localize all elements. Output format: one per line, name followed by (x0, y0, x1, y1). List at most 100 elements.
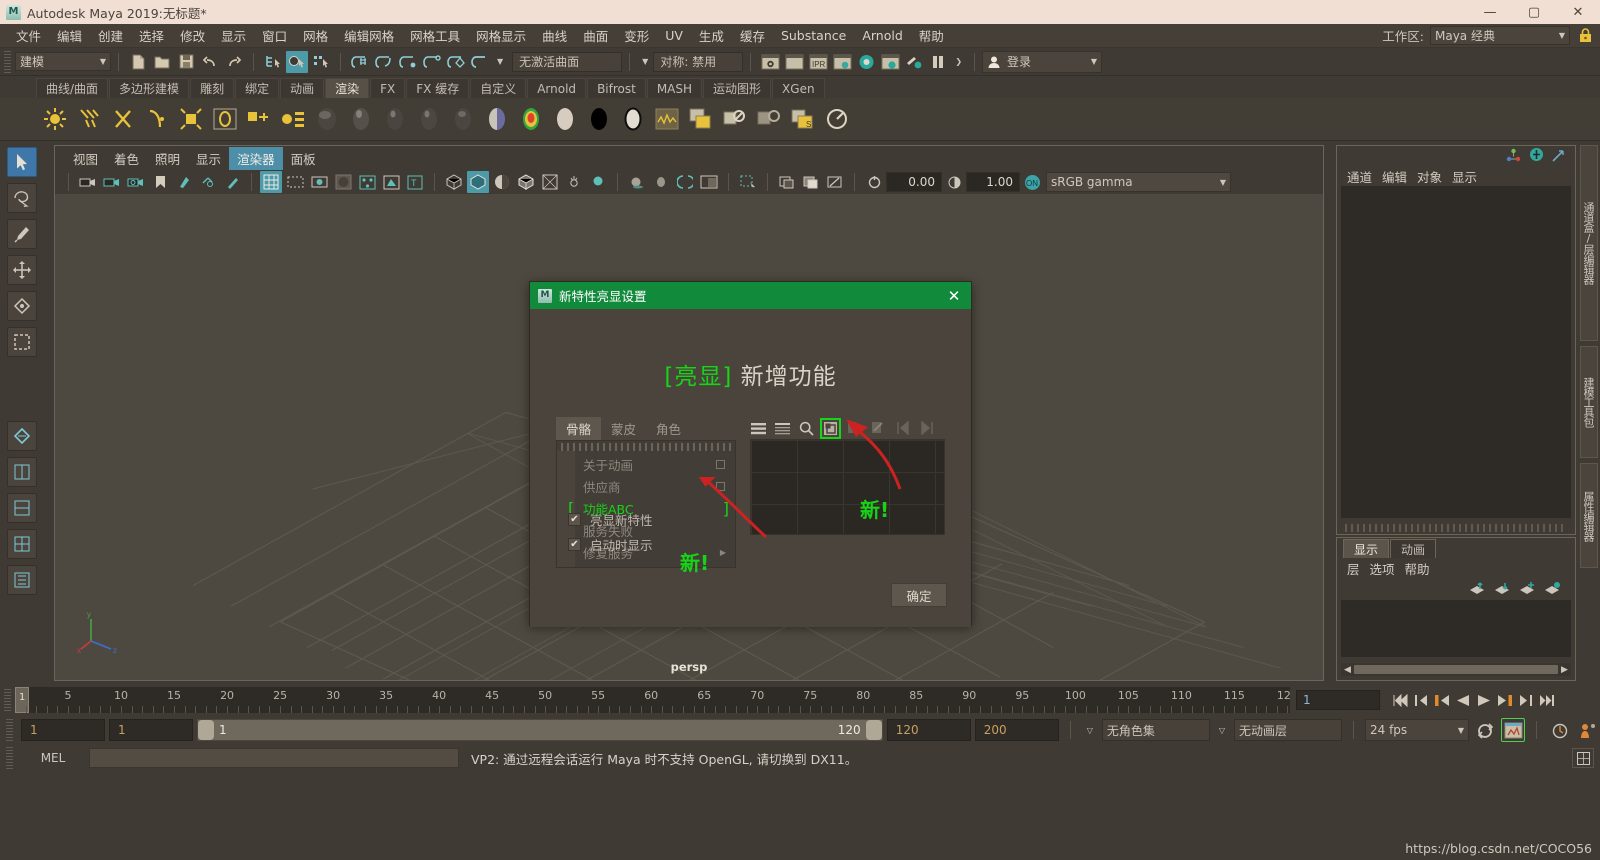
play-backwards-icon[interactable] (1453, 690, 1472, 710)
texture-display-icon[interactable] (539, 171, 561, 193)
render-current-frame-icon[interactable] (759, 51, 781, 73)
maximize-button[interactable]: ▢ (1512, 0, 1556, 24)
range-right-handle[interactable] (865, 720, 882, 740)
viewport-menu-renderer[interactable]: 渲染器 (229, 146, 283, 170)
ipr-render-icon[interactable]: IPR (807, 51, 829, 73)
select-camera-icon[interactable] (77, 171, 99, 193)
cmdline-gripper[interactable] (6, 747, 13, 769)
animation-preferences-icon[interactable] (1549, 719, 1571, 741)
menu-item-help[interactable]: 帮助 (911, 24, 952, 47)
rotate-tool[interactable] (7, 291, 37, 321)
signin-combo[interactable]: 登录 ▼ (982, 50, 1103, 73)
select-tool[interactable] (7, 147, 37, 177)
move-layer-down-icon[interactable] (1494, 581, 1511, 598)
xray-icon[interactable] (356, 171, 378, 193)
active-surface-field[interactable]: 无激活曲面 (512, 51, 623, 72)
wireframe-on-shaded-icon[interactable] (515, 171, 537, 193)
new-layer-from-selected-icon[interactable] (1544, 581, 1561, 598)
channel-box-icon[interactable] (1529, 147, 1544, 165)
vtab-attribute-editor[interactable]: 属性编辑器 (1580, 463, 1598, 568)
directional-light-icon[interactable] (74, 103, 104, 135)
command-input[interactable] (89, 748, 459, 768)
feature-preview-area[interactable] (750, 439, 945, 535)
batch-render-icon[interactable] (720, 103, 750, 135)
isolate-select-icon[interactable] (737, 171, 759, 193)
prev-bookmark-icon[interactable] (894, 420, 911, 437)
snap-curve-icon[interactable] (373, 51, 395, 73)
anim-layer-field[interactable]: 无动画层 (1234, 719, 1342, 741)
ok-button[interactable]: 确定 (891, 583, 947, 607)
anim-start-field[interactable]: 1 (21, 719, 105, 741)
timeslider-gripper[interactable] (4, 689, 11, 711)
layer-menu-help[interactable]: 帮助 (1405, 559, 1440, 578)
menu-item-substance[interactable]: Substance (773, 26, 854, 45)
preferences-icon[interactable] (1577, 719, 1599, 741)
shelf-tab-animation[interactable]: 动画 (280, 78, 325, 98)
command-language-label[interactable]: MEL (23, 751, 83, 765)
new-layer-icon[interactable] (1519, 581, 1536, 598)
menu-item-mesh-display[interactable]: 网格显示 (468, 24, 534, 47)
anim-end-field[interactable]: 200 (974, 719, 1059, 741)
wireframe-shading-icon[interactable] (443, 171, 465, 193)
menu-item-uv[interactable]: UV (657, 26, 691, 45)
exposure-icon[interactable] (863, 171, 885, 193)
layer-tab-anim[interactable]: 动画 (1390, 539, 1437, 558)
play-forwards-icon[interactable] (1474, 690, 1493, 710)
channelbox-menu-show[interactable]: 显示 (1452, 167, 1487, 186)
checkbox-show-on-startup[interactable]: ✔ (568, 538, 581, 551)
range-start-field[interactable]: 1 (109, 719, 193, 741)
shelf-tab-fx[interactable]: FX (370, 78, 406, 98)
text-display-icon[interactable]: T (404, 171, 426, 193)
layered-shader-icon[interactable] (482, 103, 512, 135)
lock-icon[interactable] (1576, 26, 1594, 46)
lasso-tool[interactable] (7, 183, 37, 213)
snap-point-icon[interactable] (397, 51, 419, 73)
add-icon[interactable] (846, 420, 863, 437)
layer-menu-layers[interactable]: 层 (1347, 559, 1370, 578)
colorspace-combo[interactable]: sRGB gamma ▼ (1046, 172, 1231, 192)
shelf-tab-rendering[interactable]: 渲染 (325, 78, 370, 98)
shelf-tab-mash[interactable]: MASH (646, 78, 703, 98)
scroll-right-icon[interactable]: ▶ (1558, 665, 1571, 675)
grease-pencil-icon[interactable] (221, 171, 243, 193)
viewport-menu-shading[interactable]: 着色 (106, 147, 147, 170)
checkbox-row-highlight-new[interactable]: ✔ 亮显新特性 (568, 507, 653, 532)
render-view-window-icon[interactable] (686, 103, 716, 135)
menu-item-window[interactable]: 窗口 (254, 24, 295, 47)
range-left-handle[interactable] (198, 720, 214, 740)
exposure-field[interactable]: 0.00 (886, 172, 942, 192)
menu-item-mesh-tools[interactable]: 网格工具 (402, 24, 468, 47)
shading-group-icon[interactable] (278, 103, 308, 135)
new-feature-highlight-dialog[interactable]: M 新特性亮显设置 ✕ [亮显] 新增功能 骨骼 蒙皮 角色 关于动画 供应商 … (529, 281, 972, 627)
list-item-checkbox[interactable] (716, 459, 725, 469)
dialog-tab-skin[interactable]: 蒙皮 (601, 417, 646, 440)
channelbox-menu-channels[interactable]: 通道 (1347, 167, 1382, 186)
render-sequence-icon[interactable] (822, 103, 852, 135)
redo-icon[interactable] (223, 51, 245, 73)
menu-item-generate[interactable]: 生成 (691, 24, 732, 47)
render-view-icon[interactable] (879, 51, 901, 73)
shelf-tab-sculpting[interactable]: 雕刻 (190, 78, 235, 98)
smooth-shading-icon[interactable] (467, 171, 489, 193)
redo-render-icon[interactable] (783, 51, 805, 73)
checkbox-row-show-on-startup[interactable]: ✔ 启动时显示 (568, 532, 653, 557)
list-drag-handle[interactable] (561, 443, 731, 451)
current-time-field[interactable]: 1 (1296, 690, 1380, 710)
menu-item-file[interactable]: 文件 (8, 24, 49, 47)
spot-light-icon[interactable] (142, 103, 172, 135)
go-to-end-icon[interactable] (1537, 690, 1556, 710)
use-all-lights-icon[interactable] (563, 171, 585, 193)
viewport-menu-lighting[interactable]: 照明 (147, 147, 188, 170)
layer-hscrollbar[interactable]: ◀ ▶ (1341, 663, 1571, 676)
shaderfx-shader-icon[interactable] (618, 103, 648, 135)
list-view-icon[interactable] (750, 420, 767, 437)
close-button[interactable]: ✕ (1556, 0, 1600, 24)
menuset-combo[interactable]: 建模 ▼ (15, 52, 111, 71)
layer-menu-options[interactable]: 选项 (1370, 559, 1405, 578)
shelf-tab-rigging[interactable]: 绑定 (235, 78, 280, 98)
save-scene-icon[interactable] (175, 51, 197, 73)
ramp-shader-icon[interactable] (516, 103, 546, 135)
shading-halfmoon-icon[interactable] (491, 171, 513, 193)
gamma-field[interactable]: 1.00 (966, 172, 1020, 192)
ambient-light-icon[interactable] (40, 103, 70, 135)
